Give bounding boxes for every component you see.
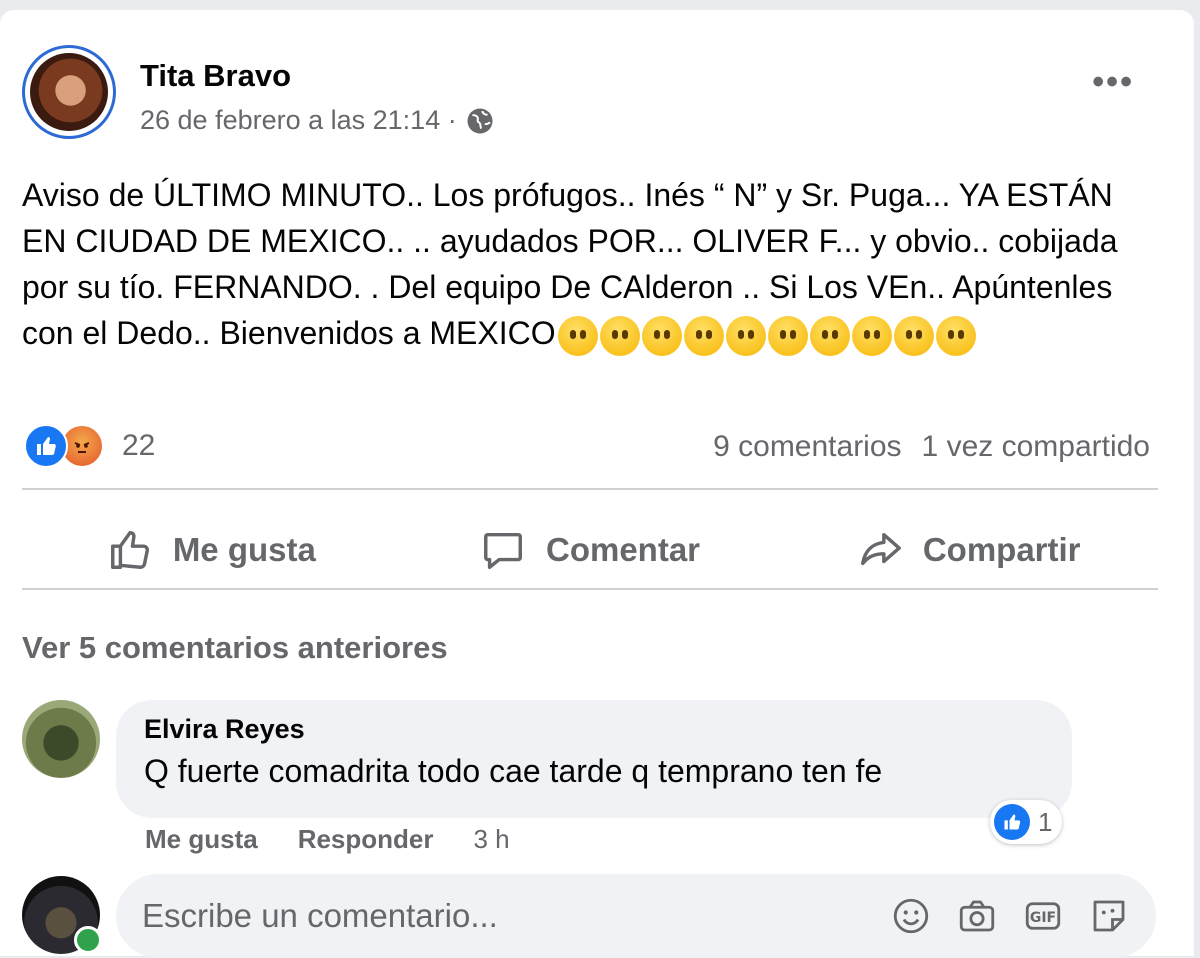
comment-reply-link[interactable]: Responder [298,824,434,855]
neutral-face-emoji [725,315,766,356]
neutral-face-emoji [767,315,808,356]
svg-text:GIF: GIF [1030,910,1056,926]
share-label: Compartir [922,531,1081,568]
composer-tools: GIF [890,895,1130,937]
neutral-face-emoji [851,315,892,356]
gif-icon[interactable]: GIF [1022,895,1064,937]
like-reaction-icon [24,424,68,468]
comment-actions: Me gusta Responder 3 h [145,824,510,855]
online-status-indicator [74,926,102,954]
commenter-avatar[interactable] [22,700,100,778]
post-stats: 9 comentarios 1 vez compartido [713,430,1150,464]
comment-like-link[interactable]: Me gusta [145,824,258,855]
commenter-name[interactable]: Elvira Reyes [144,714,1044,745]
comment-reaction-badge[interactable]: 1 [990,800,1063,844]
shares-count-link[interactable]: 1 vez compartido [922,430,1150,464]
neutral-face-emoji [641,315,682,356]
neutral-face-emoji [599,315,640,356]
comment-input[interactable]: Escribe un comentario... GIF [116,874,1156,958]
comment-time[interactable]: 3 h [474,824,510,855]
thumbs-up-icon [110,531,149,569]
post-card: Tita Bravo 26 de febrero a las 21:14 · •… [0,10,1194,958]
reaction-summary[interactable]: 22 [24,424,155,468]
like-reaction-icon [994,804,1030,840]
post-timestamp[interactable]: 26 de febrero a las 21:14 · [140,105,457,136]
divider [22,488,1158,490]
neutral-face-emoji [935,315,976,356]
post-actions: Me gusta Comentar Compartir [22,502,1158,598]
comment-icon [484,532,522,569]
comment-label: Comentar [545,531,701,568]
like-button[interactable]: Me gusta [22,502,401,598]
post-meta: 26 de febrero a las 21:14 · [140,105,495,136]
share-button[interactable]: Compartir [779,502,1158,598]
neutral-face-emoji [809,315,850,356]
neutral-face-emoji [557,315,598,356]
emoji-icon[interactable] [890,895,932,937]
comment-input-placeholder: Escribe un comentario... [142,897,498,934]
author-name[interactable]: Tita Bravo [140,58,291,94]
neutral-face-emoji [683,315,724,356]
comment-reaction-count: 1 [1038,806,1053,837]
globe-icon[interactable] [465,106,495,136]
neutral-face-emoji [893,315,934,356]
divider [22,588,1158,590]
post-body: Aviso de ÚLTIMO MINUTO.. Los prófugos.. … [22,172,1162,356]
comment-text: Q fuerte comadrita todo cae tarde q temp… [144,753,883,789]
comment-button[interactable]: Comentar [401,502,780,598]
reaction-count: 22 [122,429,156,462]
camera-icon[interactable] [956,895,998,937]
author-avatar[interactable] [22,45,116,139]
emoji-row [557,315,976,356]
sticker-icon[interactable] [1088,895,1130,937]
more-options-icon[interactable]: ••• [1092,65,1134,99]
like-label: Me gusta [172,531,316,568]
comments-count-link[interactable]: 9 comentarios [713,430,901,464]
comment-bubble: Elvira Reyes Q fuerte comadrita todo cae… [116,700,1072,818]
share-icon [860,532,901,566]
view-previous-comments-link[interactable]: Ver 5 comentarios anteriores [22,630,448,666]
